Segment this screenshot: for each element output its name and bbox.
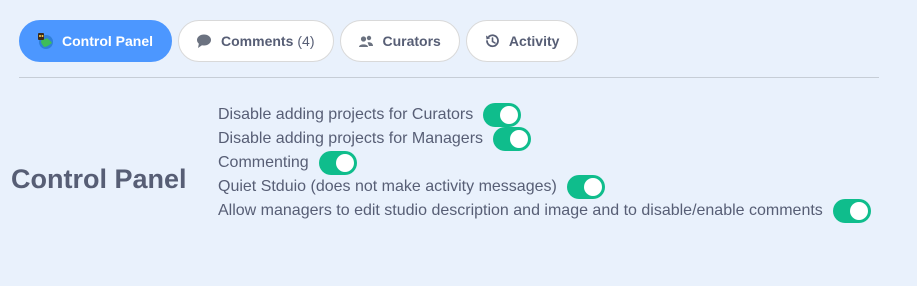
tab-divider bbox=[19, 77, 879, 78]
toggle-knob bbox=[849, 202, 868, 220]
tab-activity[interactable]: Activity bbox=[465, 20, 579, 62]
tab-curators[interactable]: Curators bbox=[339, 20, 460, 62]
setting-label: Allow managers to edit studio descriptio… bbox=[218, 202, 823, 219]
people-icon bbox=[357, 32, 375, 50]
tab-control-panel[interactable]: Control Panel bbox=[19, 20, 173, 62]
globe-cat-icon bbox=[36, 32, 54, 50]
tab-label: Curators bbox=[382, 33, 441, 49]
tab-label: Comments bbox=[221, 33, 294, 49]
tab-label: Control Panel bbox=[62, 33, 154, 49]
setting-disable-curator-adding: Disable adding projects for Curators bbox=[218, 103, 871, 127]
setting-label: Commenting bbox=[218, 154, 309, 171]
settings-list: Disable adding projects for Curators Dis… bbox=[218, 103, 871, 223]
tab-comments[interactable]: Comments (4) bbox=[178, 20, 334, 62]
setting-label: Disable adding projects for Managers bbox=[218, 130, 484, 147]
setting-quiet-studio: Quiet Stduio (does not make activity mes… bbox=[218, 175, 871, 199]
setting-manager-edit-permissions: Allow managers to edit studio descriptio… bbox=[218, 199, 871, 223]
setting-label: Disable adding projects for Curators bbox=[218, 106, 474, 123]
toggle-switch[interactable] bbox=[493, 127, 532, 151]
toggle-switch[interactable] bbox=[318, 151, 357, 175]
toggle-knob bbox=[500, 106, 519, 124]
setting-label: Quiet Stduio (does not make activity mes… bbox=[218, 178, 557, 195]
tab-bar: Control Panel Comments (4) Curators Acti… bbox=[19, 20, 579, 62]
history-icon bbox=[483, 32, 501, 50]
comment-count: (4) bbox=[297, 33, 315, 49]
toggle-knob bbox=[335, 154, 354, 172]
tab-label: Activity bbox=[508, 33, 560, 49]
setting-disable-manager-adding: Disable adding projects for Managers bbox=[218, 127, 871, 151]
toggle-switch[interactable] bbox=[483, 103, 522, 127]
toggle-knob bbox=[510, 130, 529, 148]
toggle-knob bbox=[583, 178, 602, 196]
speech-bubble-icon bbox=[195, 32, 213, 50]
setting-commenting: Commenting bbox=[218, 151, 871, 175]
toggle-switch[interactable] bbox=[832, 199, 871, 223]
page-title: Control Panel bbox=[11, 164, 187, 194]
toggle-switch[interactable] bbox=[566, 175, 605, 199]
